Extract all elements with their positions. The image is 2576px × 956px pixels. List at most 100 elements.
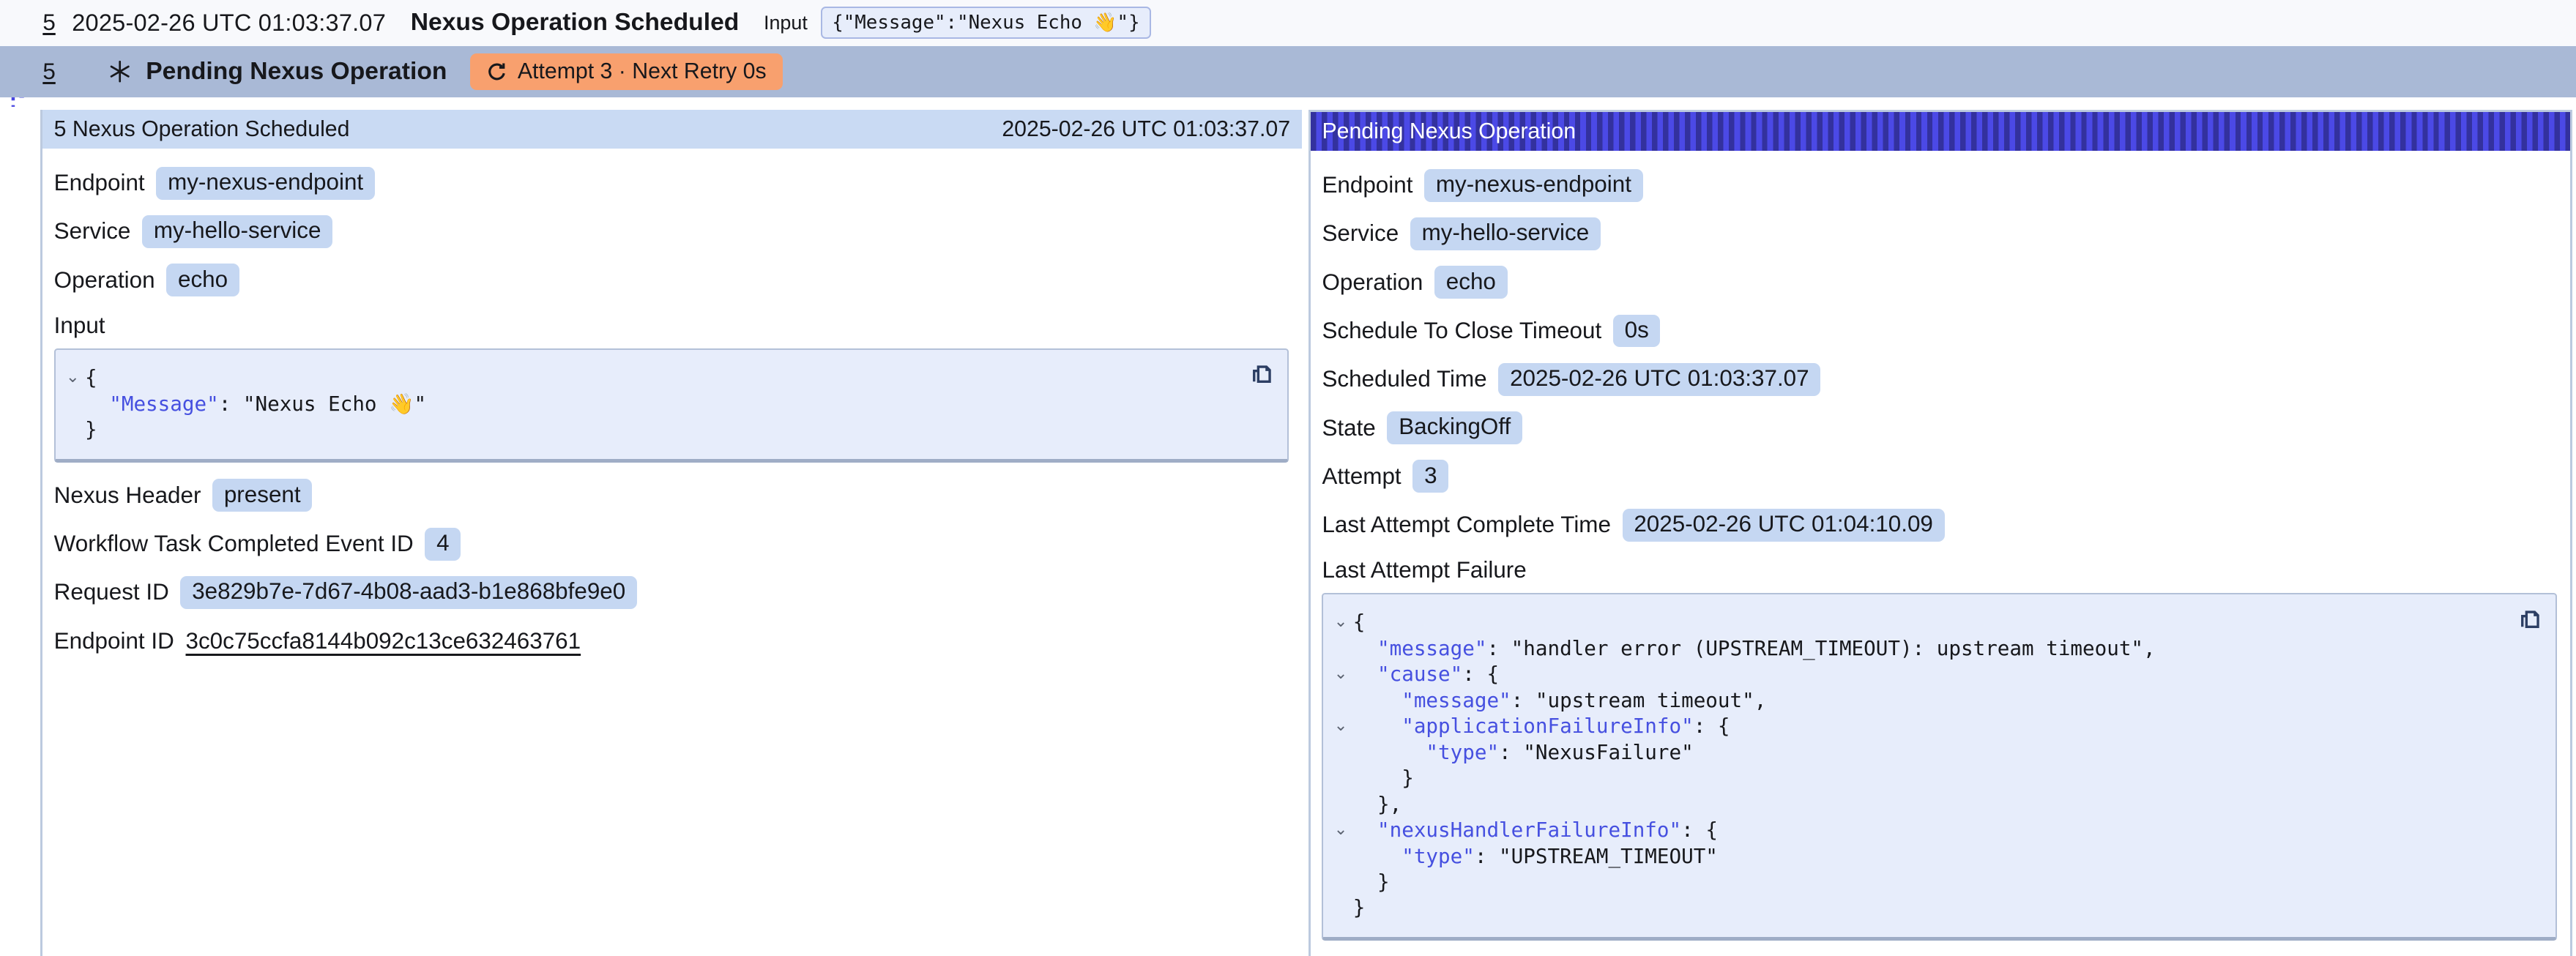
json-line: }: [85, 417, 97, 442]
field-request-id: Request ID 3e829b7e-7d67-4b08-aad3-b1e868…: [54, 576, 1289, 609]
event-id-link[interactable]: 5: [42, 10, 55, 36]
collapse-chevron-icon[interactable]: ⌄: [1328, 661, 1353, 687]
field-value-badge: 2025-02-26 UTC 01:04:10.09: [1623, 509, 1945, 542]
retry-badge-text: Attempt 3 · Next Retry 0s: [518, 59, 767, 84]
json-line: "nexusHandlerFailureInfo": {: [1353, 817, 1718, 843]
json-gutter: [1328, 869, 1353, 895]
field-service: Service my-hello-service: [1322, 217, 2556, 250]
pending-title: Pending Nexus Operation: [146, 58, 447, 86]
input-json-viewer: ⌄{ "Message": "Nexus Echo 👋"}: [54, 348, 1289, 463]
event-timestamp: 2025-02-26 UTC 01:03:37.07: [72, 10, 386, 37]
json-gutter: [1328, 765, 1353, 791]
field-value-badge: 2025-02-26 UTC 01:03:37.07: [1498, 363, 1820, 396]
event-input-preview: {"Message":"Nexus Echo 👋"}: [821, 7, 1151, 39]
json-gutter: [1328, 739, 1353, 765]
collapse-chevron-icon[interactable]: ⌄: [1328, 609, 1353, 635]
json-line: "message": "handler error (UPSTREAM_TIME…: [1353, 635, 2156, 661]
field-label: Operation: [1322, 269, 1423, 296]
field-operation: Operation echo: [54, 264, 1289, 296]
input-json-lines: ⌄{ "Message": "Nexus Echo 👋"}: [60, 365, 1241, 442]
copy-icon[interactable]: [2517, 605, 2544, 631]
right-panel-title: Pending Nexus Operation: [1322, 119, 1576, 144]
field-value-badge: my-hello-service: [1410, 217, 1601, 250]
left-panel-timestamp: 2025-02-26 UTC 01:03:37.07: [1002, 117, 1290, 142]
right-panel-body: Endpoint my-nexus-endpoint Service my-hello…: [1311, 151, 2570, 956]
field-label: Schedule To Close Timeout: [1322, 318, 1601, 344]
event-detail-panels: 5 Nexus Operation Scheduled 2025-02-26 U…: [40, 110, 2572, 956]
collapse-chevron-icon[interactable]: ⌄: [1328, 713, 1353, 739]
collapse-chevron-icon[interactable]: ⌄: [60, 365, 85, 390]
json-gutter: [60, 417, 85, 442]
json-line: "Message": "Nexus Echo 👋": [85, 391, 426, 417]
json-line: "applicationFailureInfo": {: [1353, 713, 1730, 739]
json-line: "type": "NexusFailure": [1353, 739, 1694, 765]
left-panel-header: 5 Nexus Operation Scheduled 2025-02-26 U…: [42, 110, 1302, 149]
field-value-badge: BackingOff: [1387, 411, 1522, 444]
field-label: Service: [54, 218, 131, 244]
field-endpoint: Endpoint my-nexus-endpoint: [54, 167, 1289, 200]
copy-icon[interactable]: [1249, 359, 1276, 386]
json-gutter: [1328, 635, 1353, 661]
field-state: State BackingOff: [1322, 411, 2556, 444]
failure-section-label: Last Attempt Failure: [1322, 557, 2556, 583]
field-label: State: [1322, 415, 1375, 441]
retry-attempt-badge: Attempt 3 · Next Retry 0s: [470, 53, 783, 90]
json-line: "message": "upstream timeout",: [1353, 687, 1767, 713]
left-panel-fields-top: Endpoint my-nexus-endpoint Service my-hello…: [54, 167, 1289, 296]
json-gutter: [1328, 843, 1353, 869]
right-panel-header: Pending Nexus Operation: [1311, 112, 2570, 151]
field-last-attempt-complete-time: Last Attempt Complete Time 2025-02-26 UTC…: [1322, 509, 2556, 542]
right-panel-fields-top: Endpoint my-nexus-endpoint Service my-hello…: [1322, 169, 2556, 542]
json-line: }: [1353, 895, 1366, 920]
field-value-badge: 3e829b7e-7d67-4b08-aad3-b1e868bfe9e0: [180, 576, 636, 609]
field-label: Nexus Header: [54, 482, 201, 509]
panel-nexus-operation-scheduled: 5 Nexus Operation Scheduled 2025-02-26 U…: [40, 110, 1302, 956]
panel-pending-nexus-operation: Pending Nexus Operation Endpoint my-nexus…: [1309, 110, 2572, 956]
json-gutter: [60, 391, 85, 417]
left-panel-body: Endpoint my-nexus-endpoint Service my-hello…: [42, 149, 1302, 690]
json-line: "type": "UPSTREAM_TIMEOUT": [1353, 843, 1718, 869]
field-label: Attempt: [1322, 463, 1401, 490]
failure-json-viewer: ⌄{ "message": "handler error (UPSTREAM_T…: [1322, 593, 2556, 941]
collapse-chevron-icon[interactable]: ⌄: [1328, 817, 1353, 843]
json-line: {: [1353, 609, 1366, 635]
history-row-event-scheduled[interactable]: 5 2025-02-26 UTC 01:03:37.07 Nexus Opera…: [0, 0, 2576, 46]
field-value-badge: echo: [166, 264, 239, 296]
field-label: Last Attempt Complete Time: [1322, 512, 1611, 538]
field-value-link[interactable]: 3c0c75ccfa8144b092c13ce632463761: [186, 628, 581, 654]
field-endpoint-id: Endpoint ID 3c0c75ccfa8144b092c13ce632463…: [54, 624, 1289, 657]
input-section-label: Input: [54, 313, 1289, 339]
field-value-badge: my-nexus-endpoint: [1424, 169, 1643, 202]
field-label: Endpoint: [1322, 172, 1412, 198]
event-title: Nexus Operation Scheduled: [411, 9, 740, 37]
field-label: Endpoint ID: [54, 628, 174, 654]
field-attempt: Attempt 3: [1322, 460, 2556, 493]
json-line: }: [1353, 869, 1390, 895]
field-label: Request ID: [54, 579, 169, 605]
field-label: Endpoint: [54, 170, 145, 196]
field-value-badge: 0s: [1613, 315, 1661, 348]
workflow-history-view: 5 2025-02-26 UTC 01:03:37.07 Nexus Opera…: [0, 0, 2576, 956]
field-schedule-to-close-timeout: Schedule To Close Timeout 0s: [1322, 315, 2556, 348]
history-row-pending-operation[interactable]: 5 Pending Nexus Operation Attempt 3 · Ne…: [0, 46, 2576, 98]
json-gutter: [1328, 687, 1353, 713]
json-line: "cause": {: [1353, 661, 1499, 687]
field-label: Workflow Task Completed Event ID: [54, 531, 414, 557]
field-service: Service my-hello-service: [54, 215, 1289, 248]
field-value-badge: echo: [1434, 266, 1508, 299]
retry-icon: [486, 61, 507, 83]
json-line: },: [1353, 791, 1401, 817]
field-label: Scheduled Time: [1322, 366, 1486, 392]
field-label: Service: [1322, 220, 1399, 247]
left-panel-title: 5 Nexus Operation Scheduled: [54, 117, 350, 142]
field-value-badge: my-nexus-endpoint: [156, 167, 375, 200]
field-endpoint: Endpoint my-nexus-endpoint: [1322, 169, 2556, 202]
left-panel-fields-bottom: Nexus HeaderpresentWorkflow Task Complet…: [54, 479, 1289, 657]
field-value-badge: my-hello-service: [142, 215, 332, 248]
field-value-badge: 3: [1412, 460, 1448, 493]
event-input-label: Input: [764, 12, 808, 34]
json-line: {: [85, 365, 97, 390]
json-line: }: [1353, 765, 1414, 791]
pending-event-id-link[interactable]: 5: [42, 59, 55, 85]
field-label: Operation: [54, 267, 155, 294]
